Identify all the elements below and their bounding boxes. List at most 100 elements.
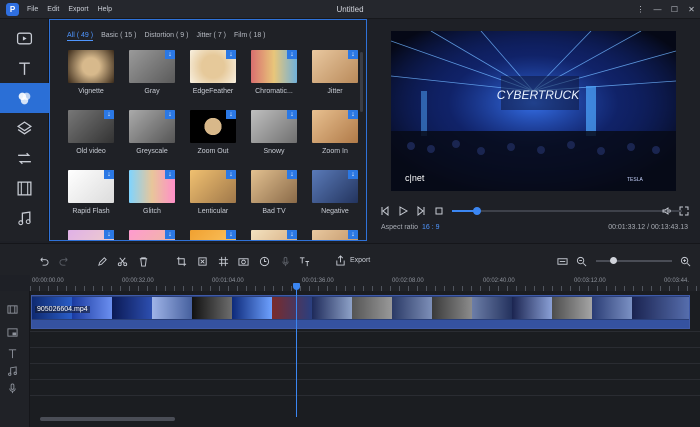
freeze-frame-button[interactable] (237, 255, 249, 267)
delete-button[interactable] (137, 255, 149, 267)
download-icon[interactable]: ↓ (348, 50, 358, 59)
tab-distortion[interactable]: Distortion ( 9 ) (144, 32, 188, 41)
filter-thumbnail[interactable]: ↓ (68, 170, 114, 203)
aspect-value[interactable]: 16 : 9 (422, 224, 440, 231)
volume-button[interactable] (661, 205, 672, 216)
seek-handle[interactable] (473, 207, 482, 215)
filter-thumbnail[interactable]: ↓ (129, 110, 175, 143)
filter-thumbnail[interactable]: ↓ (312, 230, 358, 240)
video-track-icon[interactable] (6, 303, 18, 315)
filter-thumbnail[interactable]: ↓ (190, 110, 236, 143)
download-icon[interactable]: ↓ (104, 170, 114, 179)
tab-film[interactable]: Film ( 18 ) (234, 32, 266, 41)
download-icon[interactable]: ↓ (348, 110, 358, 119)
download-icon[interactable]: ↓ (287, 230, 297, 239)
duration-button[interactable] (258, 255, 270, 267)
download-icon[interactable]: ↓ (165, 170, 175, 179)
video-clip[interactable]: 905026604.mp4 (31, 295, 690, 329)
menu-export[interactable]: Export (68, 6, 88, 13)
tab-all[interactable]: All ( 49 ) (67, 32, 94, 41)
zoom-slider[interactable] (596, 257, 672, 264)
playhead[interactable] (296, 283, 297, 417)
fullscreen-button[interactable] (678, 205, 689, 216)
voice-track-icon[interactable] (6, 382, 18, 394)
timeline-ruler[interactable]: 00:00:00.00 00:00:32.00 00:01:04.00 00:0… (30, 275, 700, 291)
filter-thumbnail[interactable]: ↓ (251, 170, 297, 203)
download-icon[interactable]: ↓ (226, 50, 236, 59)
minimize-icon[interactable]: — (649, 0, 666, 19)
timeline-scrollbar[interactable] (40, 417, 175, 421)
filter-thumbnail[interactable]: ↓ (68, 110, 114, 143)
filter-thumbnail[interactable]: ↓ (312, 170, 358, 203)
download-icon[interactable]: ↓ (287, 50, 297, 59)
filters-scrollbar[interactable] (360, 52, 363, 112)
timeline-tracks[interactable]: 905026604.mp4 (30, 291, 700, 427)
fit-button[interactable] (196, 255, 208, 267)
speech-to-text-button[interactable] (298, 255, 310, 267)
options-icon[interactable]: ⋮ (632, 0, 649, 19)
undo-button[interactable] (37, 255, 49, 267)
voiceover-button[interactable] (279, 255, 291, 267)
export-button[interactable]: Export (335, 253, 370, 267)
pip-track-icon[interactable] (6, 326, 18, 338)
filter-thumbnail[interactable]: ↓ (190, 170, 236, 203)
download-icon[interactable]: ↓ (165, 50, 175, 59)
zoom-handle[interactable] (609, 257, 617, 264)
download-icon[interactable]: ↓ (165, 230, 175, 239)
download-icon[interactable]: ↓ (226, 110, 236, 119)
rail-text-button[interactable] (0, 53, 49, 83)
zoom-out-button[interactable] (575, 255, 587, 267)
tab-basic[interactable]: Basic ( 15 ) (101, 32, 136, 41)
rail-elements-button[interactable] (0, 173, 49, 203)
app-logo-icon[interactable]: P (6, 3, 19, 16)
filter-thumbnail[interactable]: ↓ (68, 230, 114, 240)
download-icon[interactable]: ↓ (287, 110, 297, 119)
prev-frame-button[interactable] (379, 205, 390, 216)
mosaic-button[interactable] (217, 255, 229, 267)
rail-music-button[interactable] (0, 203, 49, 233)
rail-transitions-button[interactable] (0, 143, 49, 173)
close-icon[interactable]: ✕ (683, 0, 700, 19)
rail-overlays-button[interactable] (0, 113, 49, 143)
filter-thumbnail[interactable]: ↓ (129, 50, 175, 83)
download-icon[interactable]: ↓ (165, 110, 175, 119)
filter-thumbnail[interactable]: ↓ (190, 50, 236, 83)
filter-thumbnail[interactable]: ↓ (129, 230, 175, 240)
filter-thumbnail[interactable] (68, 50, 114, 83)
crop-button[interactable] (175, 255, 187, 267)
filter-thumbnail[interactable]: ↓ (251, 50, 297, 83)
download-icon[interactable]: ↓ (287, 170, 297, 179)
menu-file[interactable]: File (27, 6, 38, 13)
menu-help[interactable]: Help (98, 6, 112, 13)
edit-button[interactable] (96, 255, 108, 267)
playhead-handle[interactable] (293, 283, 300, 290)
download-icon[interactable]: ↓ (104, 110, 114, 119)
maximize-icon[interactable]: ☐ (666, 0, 683, 19)
filter-thumbnail[interactable]: ↓ (129, 170, 175, 203)
download-icon[interactable]: ↓ (226, 230, 236, 239)
seek-bar[interactable] (452, 207, 682, 215)
text-track-icon[interactable] (6, 347, 18, 359)
play-button[interactable] (397, 205, 408, 216)
filter-thumbnail[interactable]: ↓ (251, 230, 297, 240)
filter-thumbnail[interactable]: ↓ (312, 50, 358, 83)
download-icon[interactable]: ↓ (226, 170, 236, 179)
download-icon[interactable]: ↓ (104, 230, 114, 239)
zoom-in-button[interactable] (679, 255, 691, 267)
redo-button[interactable] (58, 255, 70, 267)
rail-filters-button[interactable] (0, 83, 49, 113)
music-track-icon[interactable] (6, 365, 18, 377)
download-icon[interactable]: ↓ (348, 170, 358, 179)
stop-button[interactable] (433, 205, 444, 216)
filter-thumbnail[interactable]: ↓ (312, 110, 358, 143)
menu-edit[interactable]: Edit (47, 6, 59, 13)
fit-timeline-button[interactable] (556, 255, 568, 267)
split-button[interactable] (116, 255, 128, 267)
next-frame-button[interactable] (415, 205, 426, 216)
download-icon[interactable]: ↓ (348, 230, 358, 239)
filter-thumbnail[interactable]: ↓ (190, 230, 236, 240)
filter-thumbnail[interactable]: ↓ (251, 110, 297, 143)
tab-jitter[interactable]: Jitter ( 7 ) (196, 32, 226, 41)
video-preview[interactable]: CYBERTRUCK c|net TESLA (391, 31, 676, 191)
rail-media-button[interactable] (0, 23, 49, 53)
